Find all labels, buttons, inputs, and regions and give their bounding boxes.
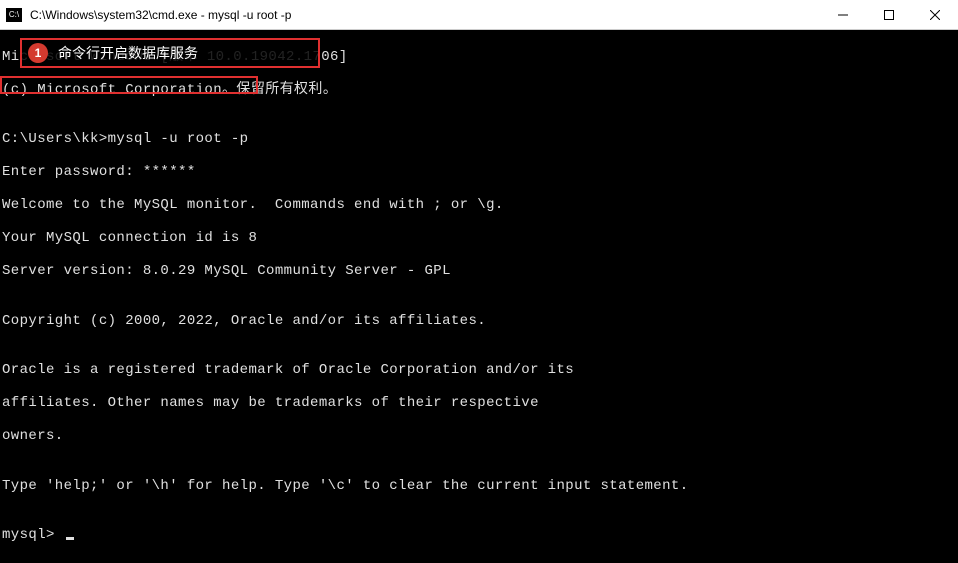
window-titlebar: C:\ C:\Windows\system32\cmd.exe - mysql … (0, 0, 958, 30)
maximize-button[interactable] (866, 0, 912, 29)
terminal-line: Type 'help;' or '\h' for help. Type '\c'… (2, 478, 956, 495)
mysql-prompt[interactable]: mysql> (2, 527, 956, 544)
terminal-line: Enter password: ****** (2, 164, 956, 181)
terminal-line: (c) Microsoft Corporation。保留所有权利。 (2, 82, 956, 99)
terminal-line: Oracle is a registered trademark of Orac… (2, 362, 956, 379)
close-button[interactable] (912, 0, 958, 29)
terminal-output[interactable]: Microsoft Windows [版本 10.0.19042.1706] (… (0, 30, 958, 563)
annotation-text-1: 命令行开启数据库服务 (58, 43, 198, 63)
annotation-badge-1: 1 (28, 43, 48, 63)
terminal-line: affiliates. Other names may be trademark… (2, 395, 956, 412)
terminal-line: C:\Users\kk>mysql -u root -p (2, 131, 956, 148)
terminal-line: Welcome to the MySQL monitor. Commands e… (2, 197, 956, 214)
window-controls (820, 0, 958, 29)
annotation-callout-1: 1 命令行开启数据库服务 (20, 38, 320, 68)
terminal-line: Copyright (c) 2000, 2022, Oracle and/or … (2, 313, 956, 330)
minimize-button[interactable] (820, 0, 866, 29)
terminal-line: Your MySQL connection id is 8 (2, 230, 956, 247)
terminal-line: Server version: 8.0.29 MySQL Community S… (2, 263, 956, 280)
cmd-icon: C:\ (6, 8, 22, 22)
window-title: C:\Windows\system32\cmd.exe - mysql -u r… (30, 8, 820, 22)
terminal-line: owners. (2, 428, 956, 445)
cursor-icon (66, 537, 74, 540)
